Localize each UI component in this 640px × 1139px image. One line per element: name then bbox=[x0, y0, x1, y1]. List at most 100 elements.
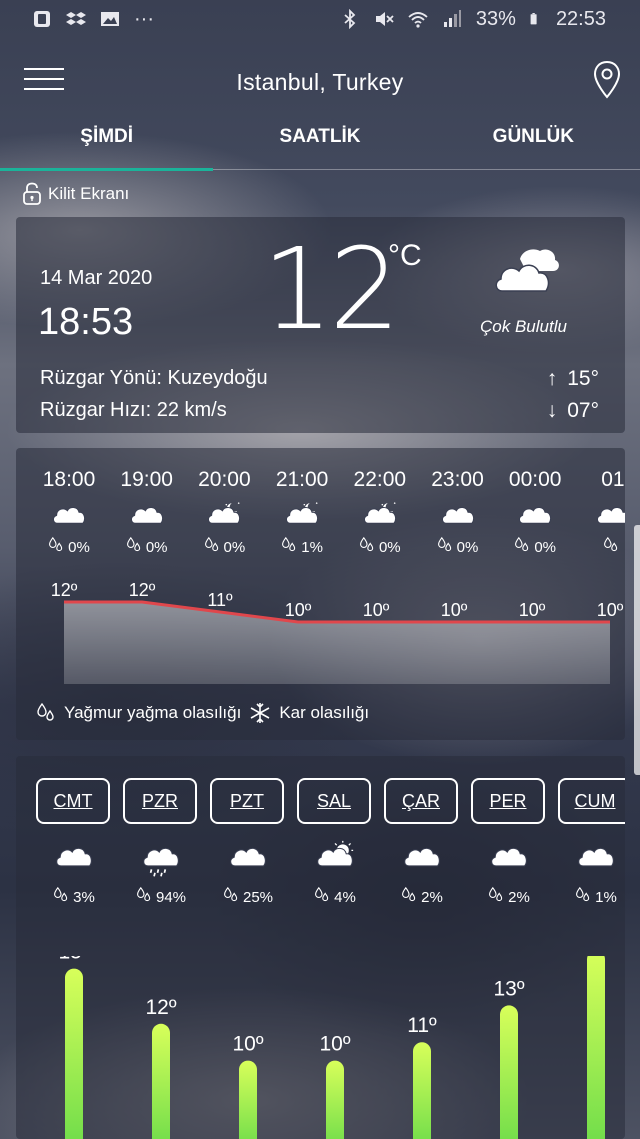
rain-drops-icon bbox=[48, 536, 64, 558]
hour-rain-value: 0% bbox=[223, 538, 246, 556]
daily-high-bar bbox=[500, 1005, 518, 1139]
hour-column: 19:00 0% bbox=[108, 468, 186, 558]
hourly-temperature-chart: 12º 12º 11º 10º 10º 10º 10º 10º bbox=[51, 580, 624, 684]
low-temperature: ↓ 07° bbox=[547, 399, 599, 423]
cloud-icon bbox=[593, 500, 625, 528]
chart-legend: Yağmur yağma olasılığı Kar olasılığı bbox=[36, 702, 369, 724]
daily-high-bar bbox=[326, 1060, 344, 1139]
hour-time: 20:00 bbox=[198, 468, 251, 491]
rain-drops-icon bbox=[514, 536, 530, 558]
hour-temp-label: 10º bbox=[519, 600, 546, 620]
day-rain-value: 94% bbox=[155, 888, 187, 906]
day-button-pzt[interactable]: PZT bbox=[210, 778, 284, 824]
day-button-çar[interactable]: ÇAR bbox=[384, 778, 458, 824]
day-column: PZT 25% bbox=[210, 778, 286, 908]
arrow-up-icon: ↑ bbox=[546, 367, 558, 390]
hour-temp-label: 10º bbox=[597, 600, 624, 620]
day-rain-chance: 3% bbox=[36, 886, 112, 908]
legend-rain-label: Yağmur yağma olasılığı bbox=[64, 703, 242, 722]
hour-temp-label: 10º bbox=[363, 600, 390, 620]
tab-hourly[interactable]: SAATLİK bbox=[213, 112, 426, 169]
wind-speed: Rüzgar Hızı: 22 km/s bbox=[40, 399, 227, 421]
cloud-moon-icon bbox=[282, 500, 322, 528]
daily-high-label: 11º bbox=[407, 1014, 437, 1037]
daily-high-label: 12º bbox=[145, 996, 176, 1019]
hour-rain-value: 0% bbox=[378, 538, 401, 556]
edge-panel-handle[interactable] bbox=[634, 525, 640, 775]
hour-column: 20:00 0% bbox=[185, 468, 263, 558]
rain-drops-icon bbox=[53, 886, 69, 908]
hour-rain-chance bbox=[574, 536, 625, 558]
hour-column: 22:00 0% bbox=[341, 468, 419, 558]
cloud-icon bbox=[49, 500, 89, 528]
hour-rain-chance: 0% bbox=[496, 536, 574, 558]
cloud-icon bbox=[515, 500, 555, 528]
hour-rain-value: 0% bbox=[145, 538, 168, 556]
tab-bar: ŞİMDİ SAATLİK GÜNLÜK bbox=[0, 112, 640, 171]
daily-forecast-card[interactable]: CMT 3% PZR 94% PZT 25% SAL 4% ÇAR 2% PER 2% CUM 1% 15… bbox=[16, 756, 625, 1139]
rain-drops-icon bbox=[204, 536, 220, 558]
day-rain-value: 1% bbox=[595, 888, 617, 906]
daily-high-label: 13º bbox=[493, 977, 524, 1000]
day-button-per[interactable]: PER bbox=[471, 778, 545, 824]
condition-text: Çok Bulutlu bbox=[480, 317, 567, 336]
current-date: 14 Mar 2020 bbox=[40, 267, 153, 289]
hour-column: 23:00 0% bbox=[419, 468, 497, 558]
daily-high-label: 10º bbox=[319, 1033, 350, 1056]
lock-screen-toggle[interactable]: Kilit Ekranı bbox=[22, 182, 129, 206]
arrow-down-icon: ↓ bbox=[546, 399, 558, 422]
cloud-icon bbox=[226, 840, 270, 874]
signal-icon bbox=[443, 10, 461, 27]
app-icon bbox=[34, 11, 50, 27]
hour-temp-label: 11º bbox=[207, 590, 233, 610]
day-column: CUM 1% bbox=[558, 778, 625, 908]
hour-column: 18:00 0% bbox=[30, 468, 108, 558]
hour-time: 23:00 bbox=[431, 468, 484, 491]
rain-drops-icon bbox=[603, 536, 619, 558]
day-rain-value: 2% bbox=[508, 888, 530, 906]
location-pin-icon[interactable] bbox=[592, 60, 622, 100]
unlock-icon bbox=[23, 182, 41, 205]
day-rain-chance: 2% bbox=[471, 886, 547, 908]
status-bar: ··· 33% 22:53 bbox=[0, 0, 640, 38]
current-temperature: 12 bbox=[262, 225, 401, 355]
hour-temp-label: 12º bbox=[129, 580, 156, 600]
day-button-sal[interactable]: SAL bbox=[297, 778, 371, 824]
hour-rain-value: 0% bbox=[534, 538, 557, 556]
current-time: 18:53 bbox=[38, 301, 134, 343]
day-column: CMT 3% bbox=[36, 778, 112, 908]
rain-drops-icon bbox=[401, 886, 417, 908]
day-column: SAL 4% bbox=[297, 778, 373, 908]
sun-cloud-icon bbox=[313, 840, 357, 874]
cloud-icon bbox=[574, 840, 618, 874]
hour-rain-chance: 0% bbox=[185, 536, 263, 558]
hour-rain-value: 0% bbox=[68, 538, 90, 556]
day-rain-chance: 4% bbox=[297, 886, 373, 908]
day-rain-chance: 1% bbox=[558, 886, 625, 908]
hour-rain-chance: 0% bbox=[30, 536, 108, 558]
mute-icon bbox=[375, 12, 394, 26]
rain-drops-icon bbox=[437, 536, 453, 558]
hour-column: 00:00 0% bbox=[496, 468, 574, 558]
gallery-icon bbox=[101, 12, 119, 26]
day-rain-chance: 2% bbox=[384, 886, 460, 908]
day-button-pzr[interactable]: PZR bbox=[123, 778, 197, 824]
day-button-cum[interactable]: CUM bbox=[558, 778, 625, 824]
hour-column: 21:00 1% bbox=[263, 468, 341, 558]
rain-cloud-icon bbox=[139, 840, 183, 877]
daily-temperature-chart: 15º12º10º10º11º13º16º bbox=[58, 956, 605, 1139]
day-column: ÇAR 2% bbox=[384, 778, 460, 908]
battery-icon bbox=[530, 13, 537, 25]
hour-time: 19:00 bbox=[120, 468, 173, 491]
tab-daily[interactable]: GÜNLÜK bbox=[427, 112, 640, 169]
daily-high-label: 15º bbox=[58, 956, 89, 964]
hour-rain-chance: 0% bbox=[419, 536, 497, 558]
high-value: 15° bbox=[567, 367, 599, 390]
hour-rain-chance: 0% bbox=[108, 536, 186, 558]
high-temperature: ↑ 15° bbox=[547, 367, 599, 391]
day-button-cmt[interactable]: CMT bbox=[36, 778, 110, 824]
cloud-icon bbox=[438, 500, 478, 528]
tab-now[interactable]: ŞİMDİ bbox=[0, 112, 213, 169]
menu-button[interactable] bbox=[24, 68, 64, 98]
hourly-forecast-card[interactable]: 18:00 0% 19:00 0% 20:00 0% 21:00 1% 22:00 0% 23:00… bbox=[16, 448, 625, 740]
